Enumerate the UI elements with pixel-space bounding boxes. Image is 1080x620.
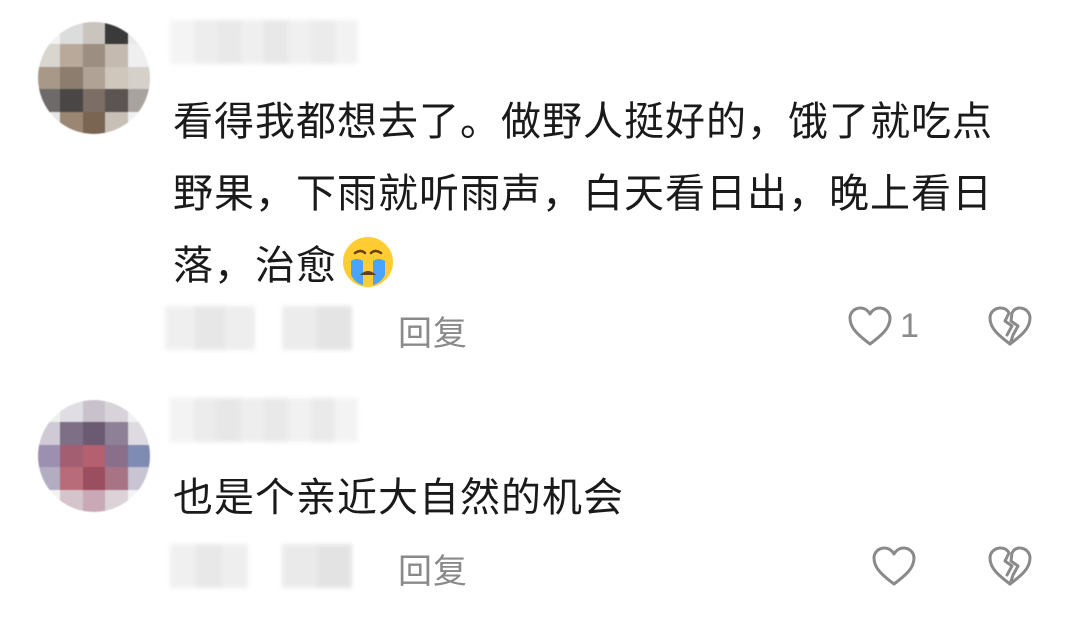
broken-heart-outline-icon	[986, 304, 1034, 348]
dislike-button[interactable]	[986, 304, 1034, 348]
heart-outline-icon	[870, 544, 918, 588]
comment-text: 看得我都想去了。做野人挺好的，饿了就吃点 野果，下雨就听雨声，白天看日出，晚上看…	[173, 86, 1033, 302]
reply-button[interactable]: 回复	[398, 306, 468, 355]
username[interactable]	[170, 20, 358, 64]
comment-line-text: 落，治愈	[173, 243, 337, 289]
broken-heart-outline-icon	[986, 544, 1034, 588]
comment-location	[282, 306, 352, 350]
like-count: 1	[900, 306, 919, 345]
comment-line: 落，治愈	[173, 230, 1033, 302]
comment-timestamp	[165, 306, 255, 350]
comment-line: 野果，下雨就听雨声，白天看日出，晚上看日	[173, 171, 993, 217]
comment-line: 也是个亲近大自然的机会	[173, 475, 624, 521]
comment-item: 看得我都想去了。做野人挺好的，饿了就吃点 野果，下雨就听雨声，白天看日出，晚上看…	[0, 0, 1080, 370]
comment-text: 也是个亲近大自然的机会	[173, 462, 1033, 534]
comment-item: 也是个亲近大自然的机会 回复	[0, 380, 1080, 620]
reply-button[interactable]: 回复	[398, 544, 468, 593]
comment-timestamp	[170, 544, 248, 588]
avatar[interactable]	[38, 22, 150, 134]
like-button[interactable]	[870, 544, 924, 588]
avatar[interactable]	[38, 400, 150, 512]
username[interactable]	[170, 398, 358, 442]
comment-list: 看得我都想去了。做野人挺好的，饿了就吃点 野果，下雨就听雨声，白天看日出，晚上看…	[0, 0, 1080, 620]
comment-location	[282, 544, 352, 588]
crying-face-icon	[341, 235, 395, 289]
like-button[interactable]: 1	[846, 304, 919, 348]
comment-line: 看得我都想去了。做野人挺好的，饿了就吃点	[173, 99, 993, 145]
dislike-button[interactable]	[986, 544, 1034, 588]
heart-outline-icon	[846, 304, 894, 348]
